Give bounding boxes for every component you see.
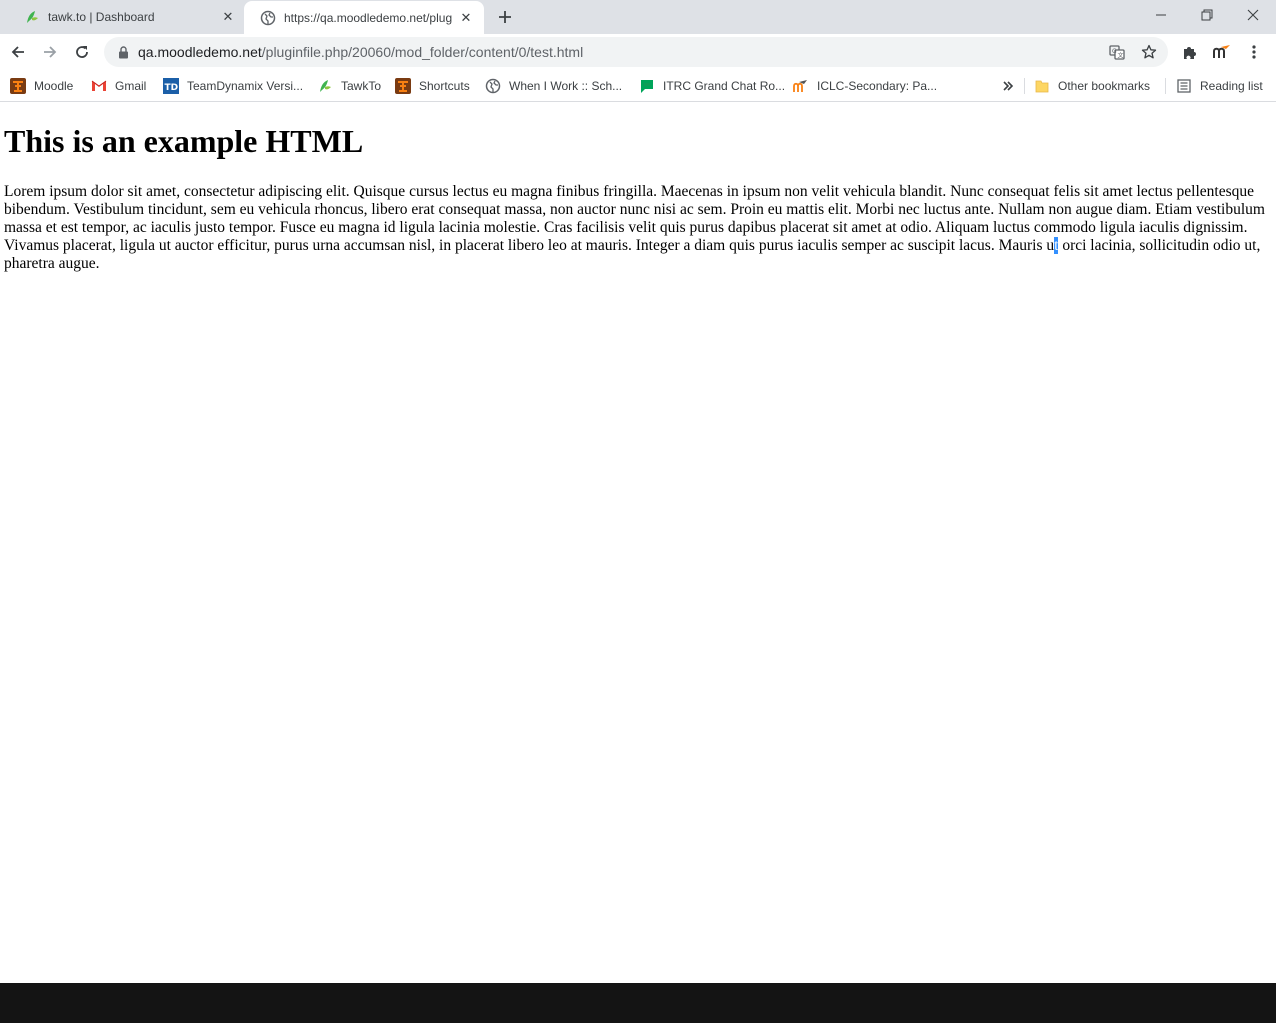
minimize-icon (1156, 14, 1166, 16)
svg-text:G: G (1112, 48, 1117, 55)
extensions-button[interactable] (1176, 38, 1204, 66)
more-bookmarks-button[interactable] (1002, 76, 1014, 96)
bookmark-label: Other bookmarks (1058, 79, 1151, 93)
teamdynamix-icon: TD (163, 78, 179, 94)
forward-button[interactable] (36, 38, 64, 66)
bookmark-iclc-secondary[interactable]: ICLC-Secondary: Pa... (793, 76, 937, 96)
svg-text:TD: TD (165, 83, 179, 93)
menu-button[interactable] (1240, 38, 1268, 66)
tab-tawkto-dashboard[interactable]: tawk.to | Dashboard ✕ (8, 0, 244, 34)
restore-icon (1201, 9, 1213, 21)
close-icon[interactable]: ✕ (456, 8, 476, 28)
bookmark-star-icon[interactable] (1138, 41, 1160, 63)
bookmark-label: TeamDynamix Versi... (187, 79, 304, 93)
gmail-icon (91, 78, 107, 94)
close-icon (1247, 9, 1259, 21)
tawkto-icon (24, 9, 40, 25)
reading-list-button[interactable]: Reading list (1176, 76, 1263, 96)
bookmark-wheniwork[interactable]: When I Work :: Sch... (485, 76, 622, 96)
bookmark-gmail[interactable]: Gmail (91, 76, 146, 96)
reload-icon (76, 46, 88, 58)
globe-icon (260, 10, 276, 26)
close-icon[interactable]: ✕ (218, 7, 238, 27)
reload-button[interactable] (68, 38, 96, 66)
reading-list-icon (1176, 78, 1192, 94)
bookmark-label: Shortcuts (419, 79, 470, 93)
page-heading: This is an example HTML (4, 123, 364, 159)
puzzle-icon (1184, 47, 1196, 59)
globe-icon (485, 78, 501, 94)
bookmarks-divider (1024, 78, 1025, 94)
bookmark-label: ITRC Grand Chat Ro... (663, 79, 786, 93)
bookmark-label: ICLC-Secondary: Pa... (817, 79, 938, 93)
address-bar[interactable]: qa.moodledemo.net/pluginfile.php/20060/m… (104, 37, 1168, 67)
moodle-m-icon (1213, 45, 1230, 58)
folder-icon (1034, 78, 1050, 94)
url-text: qa.moodledemo.net/pluginfile.php/20060/m… (138, 44, 583, 60)
bookmark-label: Gmail (115, 79, 147, 93)
taskbar-strip (0, 983, 1276, 1023)
tab-strip: tawk.to | Dashboard ✕ https://qa.moodled… (0, 0, 1276, 34)
back-arrow-icon (11, 46, 24, 58)
page-paragraph: Lorem ipsum dolor sit amet, consectetur … (4, 183, 1266, 273)
double-chevron-right-icon (1003, 81, 1014, 91)
tab-title: https://qa.moodledemo.net/plug (284, 10, 453, 25)
bookmark-tawkto[interactable]: TawkTo (317, 76, 381, 96)
kebab-menu-icon (1252, 45, 1256, 59)
back-button[interactable] (4, 38, 32, 66)
browser-toolbar: qa.moodledemo.net/pluginfile.php/20060/m… (0, 34, 1276, 70)
new-tab-button[interactable] (494, 6, 516, 28)
bookmark-shortcuts[interactable]: Shortcuts (395, 76, 470, 96)
close-window-button[interactable] (1230, 0, 1276, 30)
translate-icon[interactable]: G文 (1106, 41, 1128, 63)
moodle-extension-button[interactable] (1208, 38, 1236, 66)
bookmarks-divider (1165, 78, 1166, 94)
bookmark-label: TawkTo (341, 79, 382, 93)
bookmark-itrc-chat[interactable]: ITRC Grand Chat Ro... (639, 76, 785, 96)
minimize-button[interactable] (1138, 0, 1184, 30)
moodle-icon (10, 78, 26, 94)
url-host: qa.moodledemo.net (138, 44, 262, 60)
chat-icon (639, 78, 655, 94)
restore-button[interactable] (1184, 0, 1230, 30)
lock-icon[interactable] (116, 45, 130, 59)
svg-text:文: 文 (1118, 52, 1124, 60)
other-bookmarks-folder[interactable]: Other bookmarks (1034, 76, 1150, 96)
plus-icon (499, 11, 511, 23)
bookmark-label: Reading list (1200, 79, 1263, 93)
bookmarks-bar: Moodle Gmail TD TeamDynamix Versi... Taw… (0, 70, 1276, 102)
bookmark-label: Moodle (34, 79, 74, 93)
bookmark-teamdynamix[interactable]: TD TeamDynamix Versi... (163, 76, 303, 96)
bookmark-label: When I Work :: Sch... (509, 79, 623, 93)
page-content: This is an example HTML Lorem ipsum dolo… (0, 103, 1276, 983)
tab-title: tawk.to | Dashboard (48, 10, 155, 24)
forward-arrow-icon (44, 46, 57, 58)
tawkto-icon (317, 78, 333, 94)
moodle-m-icon (793, 78, 809, 94)
tab-moodledemo[interactable]: https://qa.moodledemo.net/plug ✕ (244, 1, 484, 34)
url-path: /pluginfile.php/20060/mod_folder/content… (261, 44, 584, 60)
bookmark-moodle[interactable]: Moodle (10, 76, 73, 96)
moodle-icon (395, 78, 411, 94)
